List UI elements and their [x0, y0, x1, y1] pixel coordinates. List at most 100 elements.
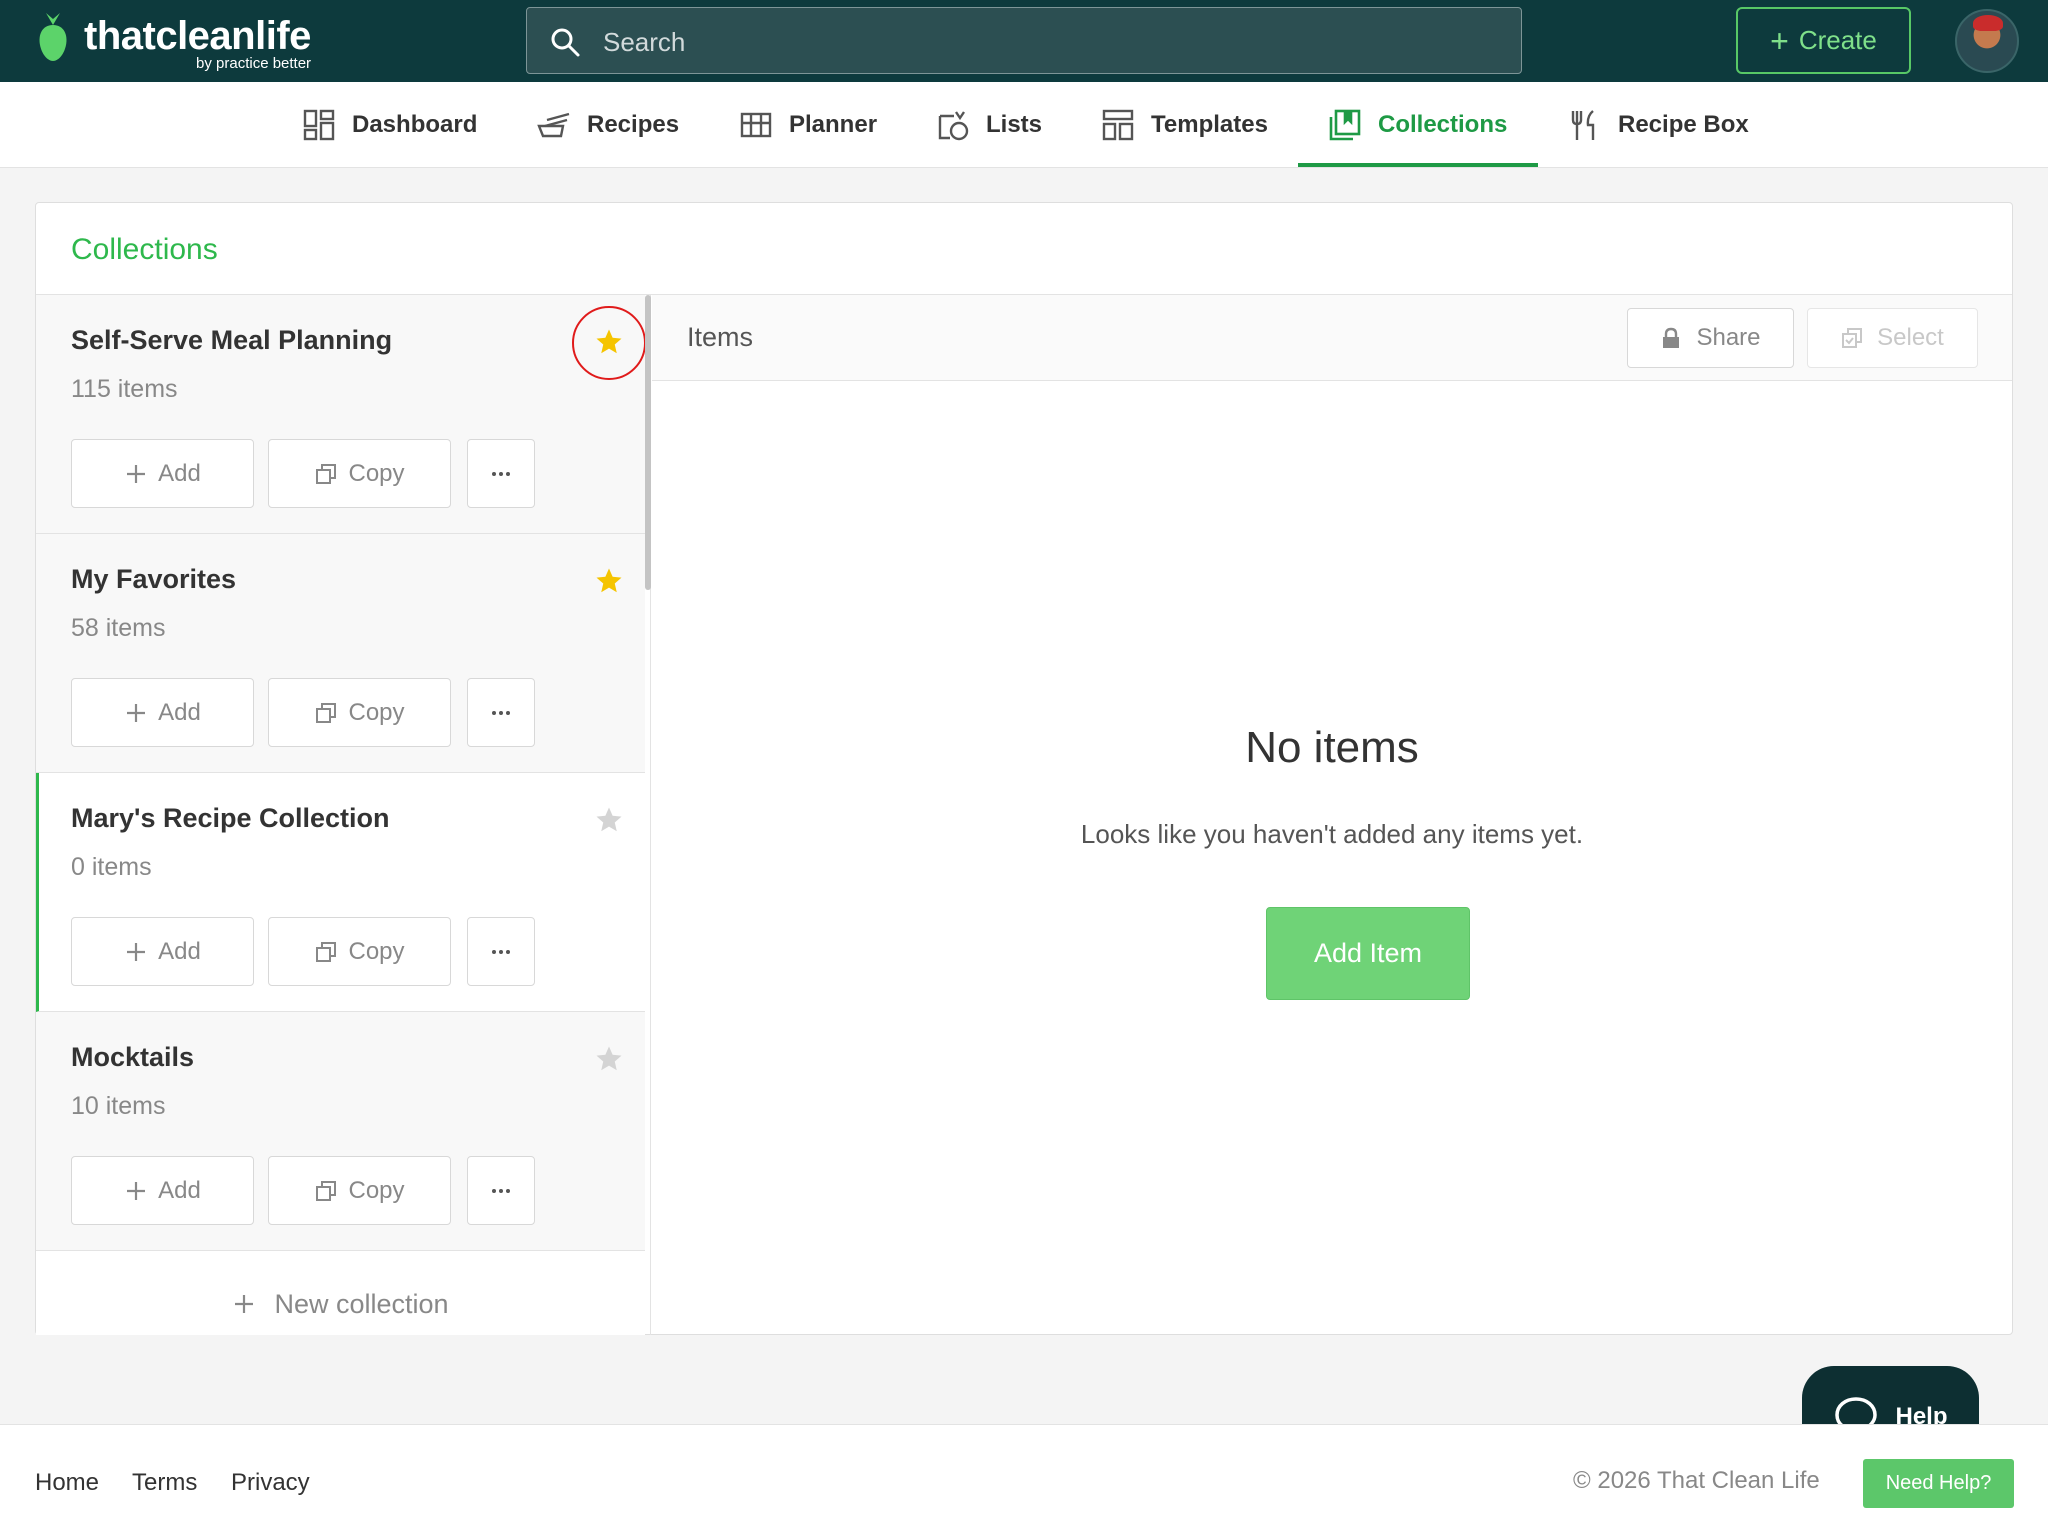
logo-text: thatcleanlife [84, 14, 311, 58]
select-button[interactable]: Select [1807, 308, 1978, 368]
collection-count: 58 items [71, 614, 166, 642]
add-button[interactable]: Add [71, 678, 254, 747]
lists-icon [938, 111, 969, 141]
select-icon [1842, 328, 1863, 348]
share-label: Share [1696, 324, 1761, 351]
more-options-button[interactable] [467, 1156, 535, 1225]
main-nav: Dashboard Recipes Planner Lists Template… [0, 82, 2048, 168]
share-button[interactable]: Share [1627, 308, 1794, 368]
add-button[interactable]: Add [71, 1156, 254, 1225]
top-bar: thatcleanlife by practice better Search … [0, 0, 2048, 82]
recipe-box-icon [1571, 110, 1595, 140]
nav-label: Recipes [587, 111, 680, 138]
ellipsis-icon [492, 471, 510, 476]
page-title: Collections [71, 233, 218, 266]
search-icon [551, 28, 580, 57]
empty-state-subtitle: Looks like you haven't added any items y… [1080, 819, 1584, 849]
add-label: Add [158, 459, 201, 487]
items-panel: Items Share Select No items Looks like y… [652, 295, 2012, 1335]
avatar[interactable] [1955, 9, 2019, 73]
copy-label: Copy [348, 459, 405, 487]
create-button[interactable]: + Create [1736, 7, 1911, 74]
lock-icon [1663, 327, 1680, 348]
collection-count: 0 items [71, 853, 152, 881]
nav-lists[interactable]: Lists [936, 82, 1042, 168]
planner-icon [740, 112, 772, 138]
footer-link-home[interactable]: Home [35, 1469, 99, 1497]
add-item-button[interactable]: Add Item [1266, 907, 1470, 1000]
add-label: Add [158, 937, 201, 965]
footer-link-privacy[interactable]: Privacy [231, 1469, 310, 1497]
copy-icon [316, 1180, 337, 1201]
nav-label: Recipe Box [1618, 111, 1749, 138]
nav-dashboard[interactable]: Dashboard [302, 82, 477, 168]
collection-item-selected[interactable]: Mary's Recipe Collection 0 items Add Cop… [36, 773, 645, 1012]
nav-label: Collections [1378, 111, 1508, 138]
more-options-button[interactable] [467, 439, 535, 508]
logo-subtitle: by practice better [196, 55, 312, 72]
copy-icon [316, 463, 337, 484]
favorite-star-icon[interactable] [594, 566, 624, 596]
collection-name: My Favorites [71, 564, 237, 594]
collection-item[interactable]: Mocktails 10 items Add Copy [36, 1012, 645, 1251]
templates-icon [1102, 109, 1134, 141]
nav-recipes[interactable]: Recipes [537, 82, 679, 168]
search-placeholder: Search [603, 27, 686, 57]
add-button[interactable]: Add [71, 439, 254, 508]
new-collection-label: New collection [274, 1288, 449, 1319]
plus-icon [127, 942, 146, 961]
footer: Home Terms Privacy © 2026 That Clean Lif… [0, 1424, 2048, 1536]
dashboard-icon [303, 109, 335, 141]
favorite-star-icon[interactable] [594, 327, 624, 357]
collections-icon [1329, 109, 1361, 141]
new-collection-button[interactable]: New collection [36, 1273, 645, 1335]
add-label: Add [158, 698, 201, 726]
recipes-icon [537, 112, 570, 138]
nav-recipe-box[interactable]: Recipe Box [1568, 82, 1749, 168]
copy-label: Copy [348, 937, 405, 965]
copy-button[interactable]: Copy [268, 917, 451, 986]
ellipsis-icon [492, 1188, 510, 1193]
nav-planner[interactable]: Planner [739, 82, 877, 168]
search-input[interactable]: Search [526, 7, 1522, 74]
nav-label: Lists [986, 111, 1043, 138]
plus-icon: + [1770, 22, 1789, 59]
collection-item[interactable]: Self-Serve Meal Planning 115 items Add C… [36, 295, 646, 534]
copy-button[interactable]: Copy [268, 678, 451, 747]
nav-label: Dashboard [352, 111, 478, 138]
active-tab-indicator [1298, 163, 1538, 167]
ellipsis-icon [492, 949, 510, 954]
nav-templates[interactable]: Templates [1101, 82, 1268, 168]
plus-icon [127, 464, 146, 483]
create-label: Create [1798, 25, 1877, 55]
plus-icon [127, 703, 146, 722]
nav-collections[interactable]: Collections [1328, 82, 1507, 168]
ellipsis-icon [492, 710, 510, 715]
favorite-star-icon[interactable] [594, 805, 624, 835]
logo-leaf-icon [39, 13, 67, 61]
add-button[interactable]: Add [71, 917, 254, 986]
need-help-button[interactable]: Need Help? [1863, 1459, 2014, 1508]
copy-button[interactable]: Copy [268, 1156, 451, 1225]
nav-label: Templates [1151, 111, 1268, 138]
more-options-button[interactable] [467, 678, 535, 747]
plus-icon [127, 1181, 146, 1200]
collection-count: 115 items [71, 375, 178, 403]
more-options-button[interactable] [467, 917, 535, 986]
copy-icon [316, 941, 337, 962]
items-heading: Items [687, 322, 754, 352]
collection-name: Self-Serve Meal Planning [71, 325, 393, 355]
scrollbar[interactable] [645, 295, 651, 590]
plus-icon [235, 1295, 254, 1313]
nav-label: Planner [789, 111, 878, 138]
footer-link-terms[interactable]: Terms [132, 1469, 197, 1497]
items-toolbar: Items Share Select [652, 295, 2012, 381]
select-label: Select [1877, 324, 1944, 351]
favorite-star-icon[interactable] [594, 1044, 624, 1074]
collection-item[interactable]: My Favorites 58 items Add Copy [36, 534, 645, 773]
copy-label: Copy [348, 1176, 405, 1204]
collections-list: Self-Serve Meal Planning 115 items Add C… [36, 295, 651, 1335]
copy-label: Copy [348, 698, 405, 726]
copyright-text: © 2026 That Clean Life [1573, 1467, 1820, 1494]
copy-button[interactable]: Copy [268, 439, 451, 508]
